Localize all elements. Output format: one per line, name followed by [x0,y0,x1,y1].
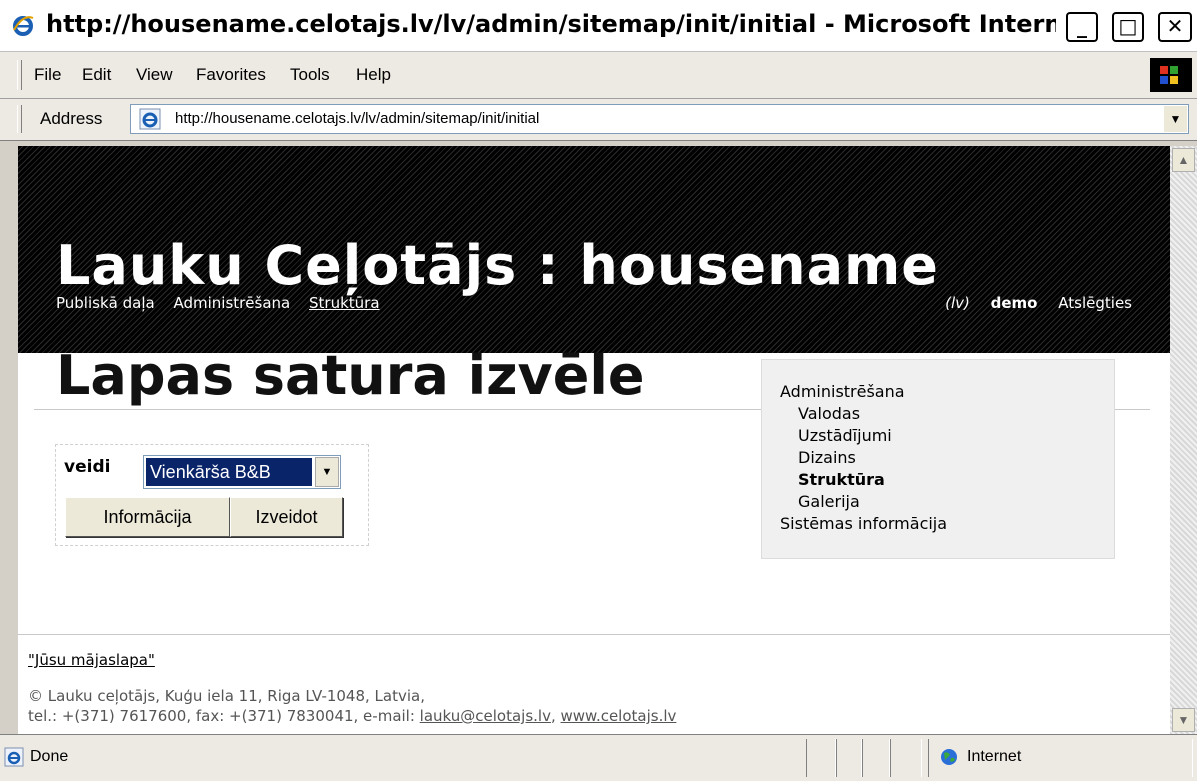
sidebar-item-admin[interactable]: Administrēšana [780,382,905,401]
close-button[interactable]: ✕ [1158,12,1192,42]
windows-flag-icon [1150,58,1192,92]
menu-help[interactable]: Help [356,65,391,85]
maximize-button[interactable]: □ [1112,12,1144,42]
address-label: Address [40,109,103,128]
email-link[interactable]: lauku@celotajs.lv [420,707,551,725]
menu-edit[interactable]: Edit [82,65,111,85]
website-link[interactable]: www.celotajs.lv [561,707,677,725]
page-viewport: Lauku Ceļotājs : housename Publiskā daļa… [18,146,1170,734]
chevron-down-icon: ▼ [1177,713,1190,727]
viewport-frame [0,141,18,734]
username: demo [990,294,1038,312]
footer-contact-line: tel.: +(371) 7617600, fax: +(371) 783004… [28,706,676,726]
globe-icon [941,749,957,765]
footer-divider [18,634,1170,635]
sidebar-item-gallery[interactable]: Galerija [798,492,860,511]
type-select[interactable]: Vienkārša B&B ▼ [143,455,341,489]
footer-phone-fax: tel.: +(371) 7617600, fax: +(371) 783004… [28,707,420,725]
admin-sidebar: Administrēšana Valodas Uzstādījumi Dizai… [761,359,1115,559]
ie-page-icon [139,108,161,130]
language-indicator[interactable]: (lv) [945,294,970,312]
menu-file[interactable]: File [34,65,61,85]
address-bar: Address http://housename.celotajs.lv/lv/… [0,99,1197,141]
site-header: Lauku Ceļotājs : housename Publiskā daļa… [18,146,1170,353]
status-text: Done [30,748,69,765]
homepage-link[interactable]: "Jūsu mājaslapa" [28,651,155,669]
nav-structure[interactable]: Struktūra [309,294,380,312]
user-nav: (lv) demo Atslēgties [945,294,1132,312]
sidebar-item-design[interactable]: Dizains [798,448,856,467]
sidebar-item-languages[interactable]: Valodas [798,404,860,423]
maximize-icon: □ [1118,14,1138,38]
status-pane [836,739,862,777]
site-title: Lauku Ceļotājs : housename [56,234,939,297]
zone-pane: Internet [928,739,1193,777]
window-title: http://housename.celotajs.lv/lv/admin/si… [46,10,1056,38]
minimize-icon: _ [1077,14,1087,38]
address-grip[interactable] [17,105,22,133]
logout-link[interactable]: Atslēgties [1058,294,1132,312]
sidebar-item-system-info[interactable]: Sistēmas informācija [780,514,947,533]
sidebar-item-structure[interactable]: Struktūra [798,470,885,489]
zone-text: Internet [967,748,1022,765]
title-bar: http://housename.celotajs.lv/lv/admin/si… [0,0,1197,52]
nav-public[interactable]: Publiskā daļa [56,294,155,312]
select-dropdown-button[interactable]: ▼ [315,457,339,487]
chevron-down-icon: ▼ [1169,112,1182,126]
create-button[interactable]: Izveidot [230,497,343,537]
close-icon: ✕ [1166,14,1184,38]
menu-view[interactable]: View [136,65,173,85]
nav-admin[interactable]: Administrēšana [173,294,290,312]
status-pane [862,739,890,777]
site-nav: Publiskā daļa Administrēšana Struktūra [56,294,394,312]
status-pane [806,739,836,777]
scroll-up-button[interactable]: ▲ [1172,148,1195,172]
ie-logo-icon [13,16,34,36]
menu-grip[interactable] [17,60,22,90]
page-done-icon [4,747,24,767]
type-select-value[interactable]: Vienkārša B&B [145,457,313,487]
menu-bar: File Edit View Favorites Tools Help [0,52,1197,99]
footer-address: © Lauku ceļotājs, Kuģu iela 11, Riga LV-… [28,687,425,705]
menu-favorites[interactable]: Favorites [196,65,266,85]
info-button[interactable]: Informācija [65,497,230,537]
status-pane [890,739,922,777]
address-dropdown-button[interactable]: ▼ [1163,106,1187,132]
address-input[interactable]: http://housename.celotajs.lv/lv/admin/si… [130,104,1189,134]
footer-separator: , [550,707,561,725]
scroll-down-button[interactable]: ▼ [1172,708,1195,732]
status-bar: Done Internet [0,734,1197,781]
chevron-up-icon: ▲ [1177,153,1190,167]
address-url[interactable]: http://housename.celotajs.lv/lv/admin/si… [175,110,539,127]
menu-tools[interactable]: Tools [290,65,330,85]
page-title: Lapas satura izvēle [56,344,645,407]
minimize-button[interactable]: _ [1066,12,1098,42]
content-type-form: veidi Vienkārša B&B ▼ Informācija Izveid… [55,444,369,546]
chevron-down-icon: ▼ [321,466,333,478]
vertical-scrollbar[interactable]: ▲ ▼ [1170,146,1197,734]
sidebar-item-settings[interactable]: Uzstādījumi [798,426,892,445]
type-label: veidi [64,457,111,477]
footer-contact: © Lauku ceļotājs, Kuģu iela 11, Riga LV-… [28,686,676,726]
